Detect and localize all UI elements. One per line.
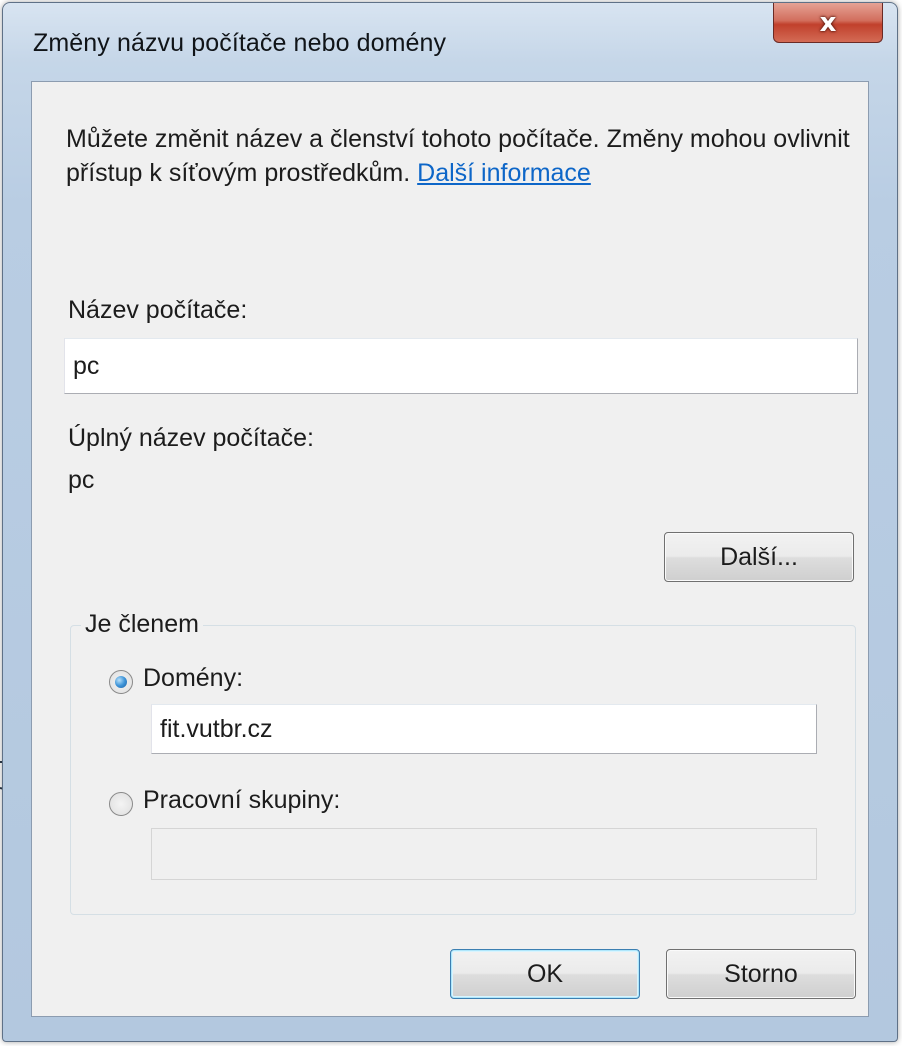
domain-radio-button[interactable]: [109, 670, 133, 694]
domain-radio-label[interactable]: Domény:: [143, 664, 243, 693]
workgroup-radio-label[interactable]: Pracovní skupiny:: [143, 786, 340, 815]
full-name-label: Úplný název počítače:: [68, 424, 314, 452]
close-button[interactable]: x: [773, 3, 883, 43]
window-title: Změny názvu počítače nebo domény: [33, 29, 447, 57]
workgroup-input[interactable]: [151, 828, 817, 880]
close-icon: x: [819, 7, 837, 38]
domain-input[interactable]: fit.vutbr.cz: [151, 704, 817, 754]
ok-button[interactable]: OK: [450, 949, 640, 999]
cancel-button[interactable]: Storno: [666, 949, 856, 999]
more-button[interactable]: Další...: [664, 532, 854, 582]
title-bar[interactable]: Změny názvu počítače nebo domény x: [3, 3, 897, 81]
domain-value: fit.vutbr.cz: [160, 714, 273, 743]
membership-groupbox: Je členem Domény: fit.vutbr.cz Pracovní …: [70, 610, 856, 915]
computer-name-label: Název počítače:: [68, 296, 248, 324]
full-name-value: pc: [68, 466, 95, 494]
computer-name-input[interactable]: pc: [64, 338, 858, 394]
dialog-window: Změny názvu počítače nebo domény x Můžet…: [2, 2, 898, 1042]
description-text: Můžete změnit název a členství tohoto po…: [66, 122, 866, 190]
membership-legend: Je členem: [81, 610, 203, 639]
more-info-link[interactable]: Další informace: [417, 159, 591, 187]
dialog-client-area: Můžete změnit název a členství tohoto po…: [31, 81, 869, 1017]
computer-name-value: pc: [73, 351, 100, 380]
workgroup-radio-button[interactable]: [109, 792, 133, 816]
